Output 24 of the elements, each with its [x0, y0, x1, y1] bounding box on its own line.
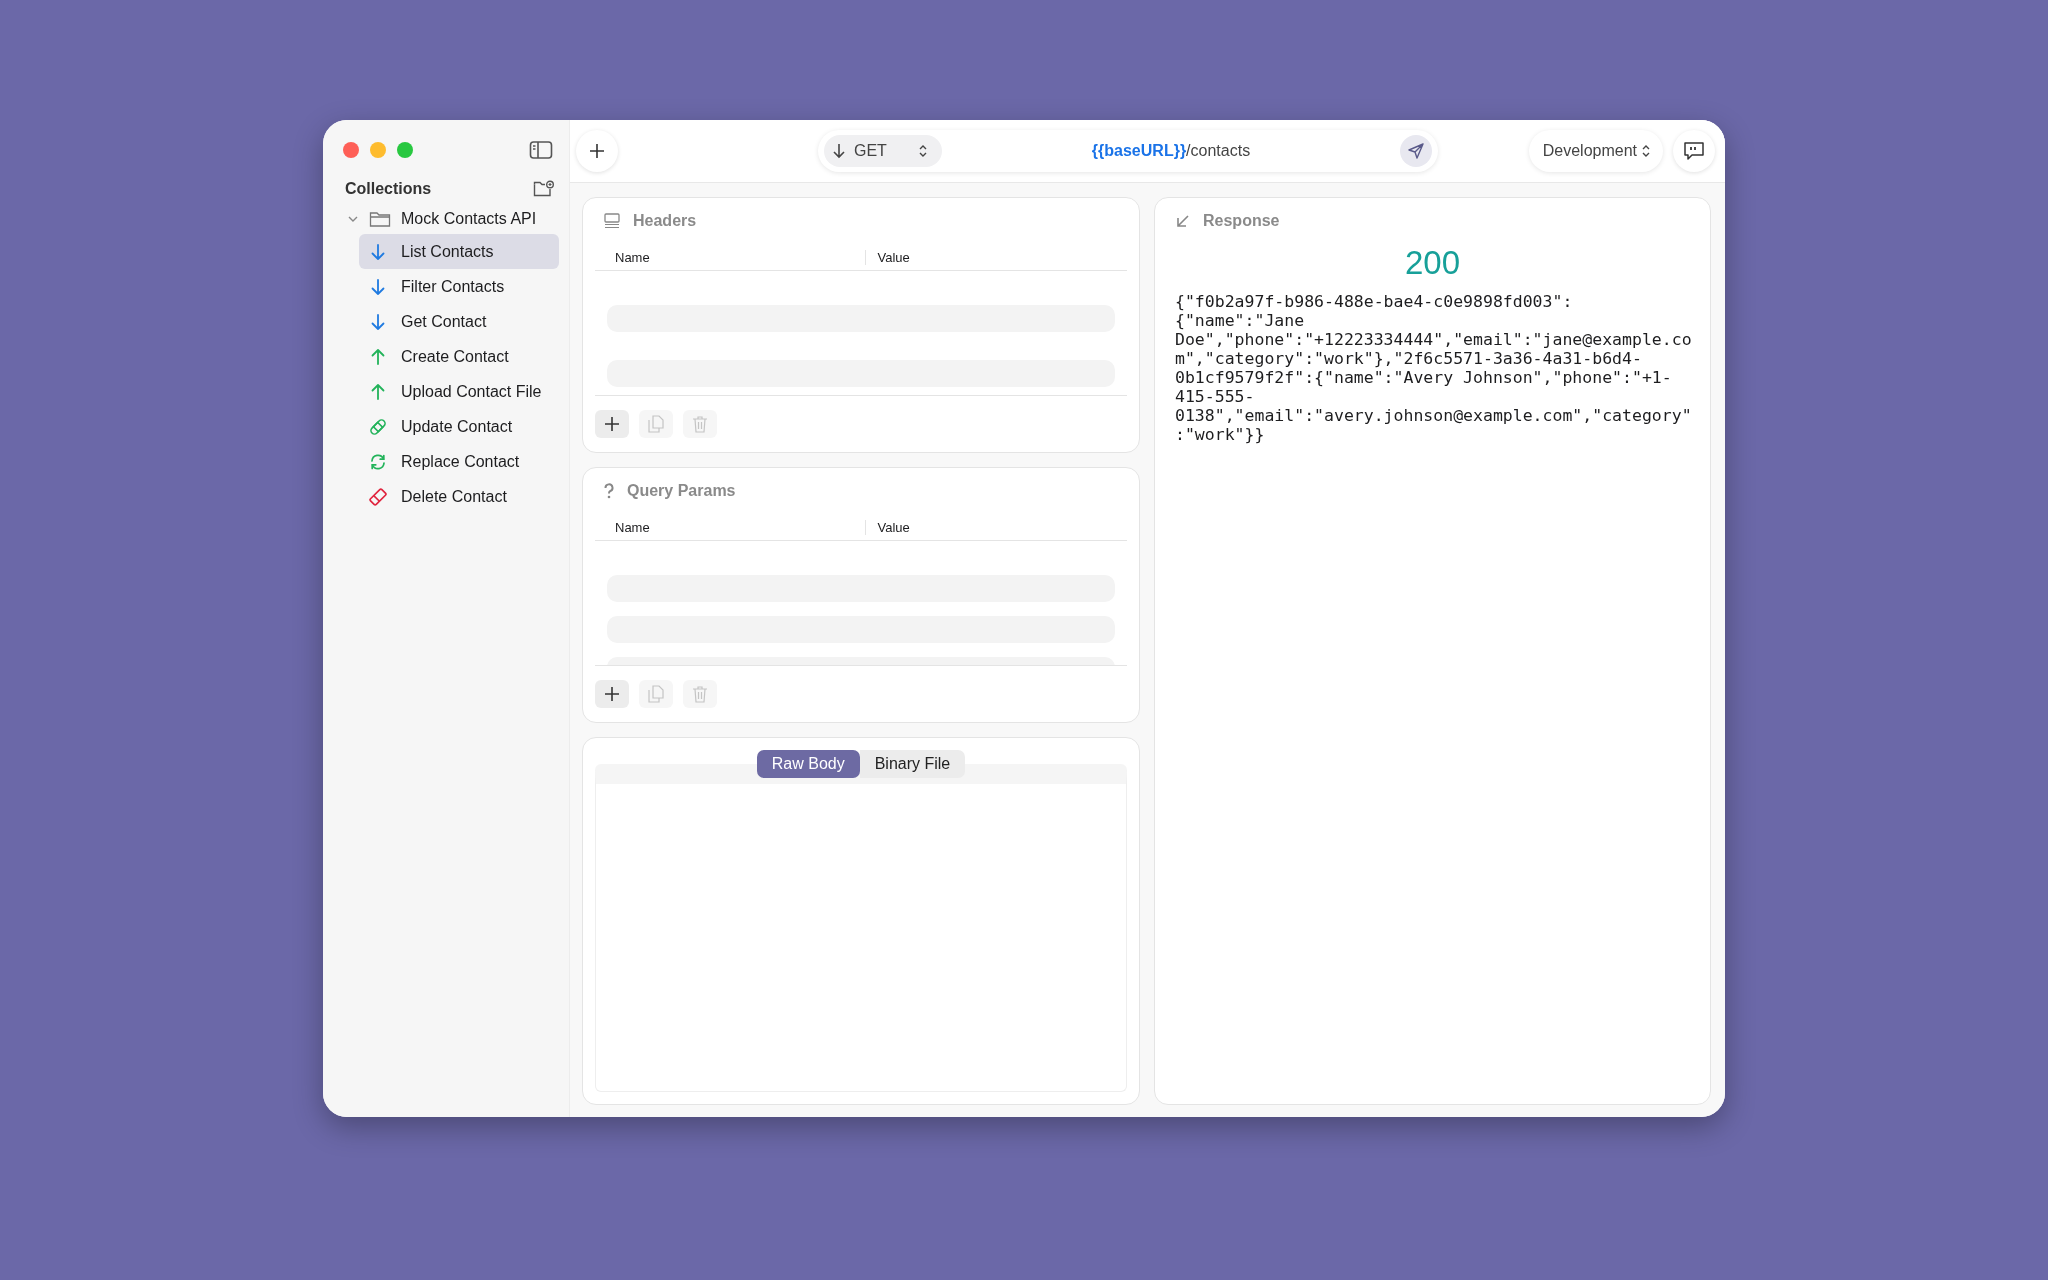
column-header: Value: [864, 519, 1127, 535]
method-select[interactable]: GET: [824, 135, 942, 167]
body-tab[interactable]: Raw Body: [756, 750, 860, 778]
panel-title: Query Params: [627, 482, 736, 500]
request-item[interactable]: Create Contact: [359, 339, 559, 374]
request-item[interactable]: Filter Contacts: [359, 269, 559, 304]
column-header: Name: [614, 249, 651, 265]
request-item[interactable]: Get Contact: [359, 304, 559, 339]
url-field[interactable]: {{baseURL}}/contacts: [942, 142, 1400, 160]
request-item[interactable]: Upload Contact File: [359, 374, 559, 409]
column-header: Name: [614, 519, 651, 535]
panel-title: Response: [1203, 212, 1280, 230]
body-tab[interactable]: Binary File: [859, 750, 966, 778]
sidebar-heading: Collections: [345, 180, 432, 198]
request-item[interactable]: Replace Contact: [359, 444, 559, 479]
request-item[interactable]: List Contacts: [359, 234, 559, 269]
collection-item[interactable]: Mock Contacts API: [343, 204, 559, 234]
response-body: {"f0b2a97f-b986-488e-bae4-c0e9898fd003":{"name":"Jane Doe","phone":"+12223334444","email":"jane@example.com","category":"work"},"2f6c5571-3a36-4a31-b6d4-0b1cf9579f2f":{"name":"Avery Johnson","phone":"+1-415-555-0138","email":"avery.johnson@example.com","category":"work"}}: [1174, 292, 1693, 444]
column-header: Value: [864, 249, 1127, 265]
request-item[interactable]: Delete Contact: [359, 479, 559, 514]
status-code: 200: [1403, 244, 1462, 282]
panel-title: Headers: [633, 212, 697, 230]
environment-select[interactable]: Development: [1528, 130, 1663, 172]
request-item[interactable]: Update Contact: [359, 409, 559, 444]
